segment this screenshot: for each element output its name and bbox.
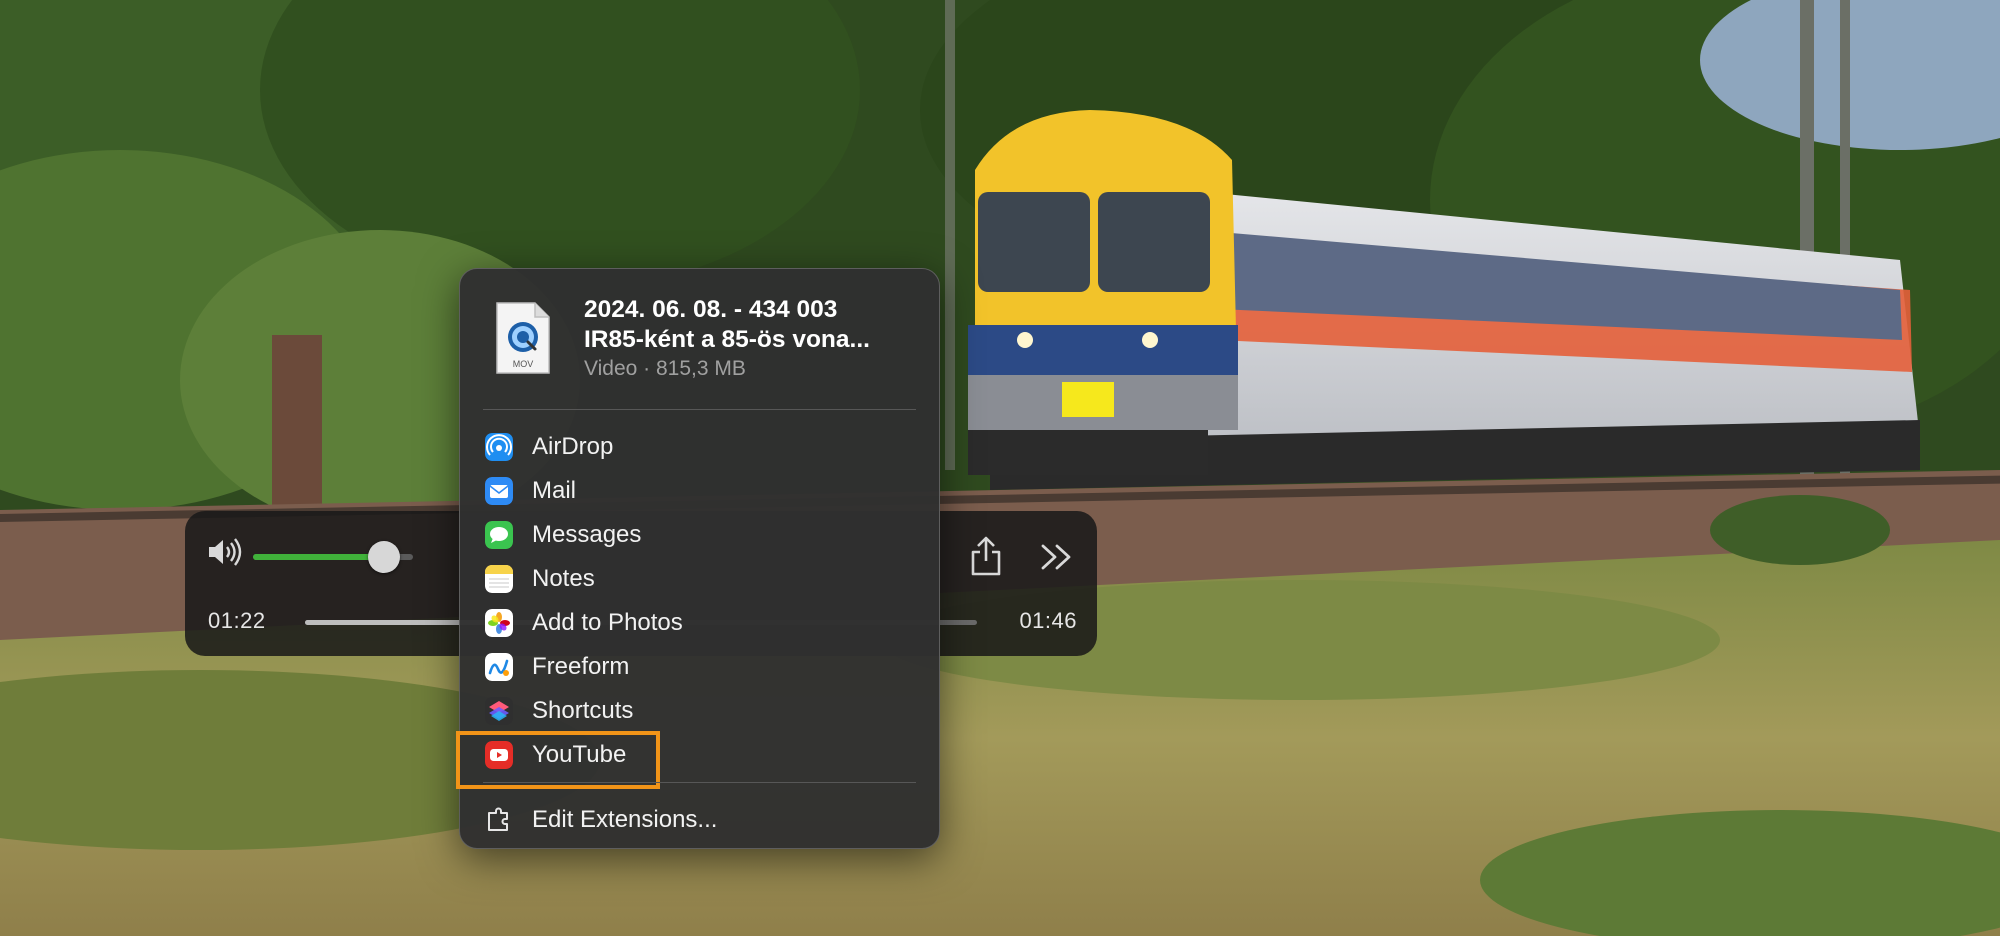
share-menu-header: MOV 2024. 06. 08. - 434 003 IR85-ként a … (460, 269, 939, 409)
shortcuts-icon (485, 697, 513, 725)
share-item-label: Freeform (532, 653, 630, 680)
volume-knob[interactable] (368, 541, 401, 573)
share-item-label: YouTube (532, 741, 627, 768)
messages-icon (485, 521, 513, 549)
airdrop-icon (485, 433, 513, 461)
notes-icon (485, 565, 513, 593)
volume-icon[interactable] (207, 537, 243, 567)
mov-badge: MOV (513, 359, 534, 369)
share-item-messages[interactable]: Messages (460, 513, 939, 557)
youtube-icon (485, 741, 513, 769)
share-targets-list: AirDrop Mail Messages Notes Add to Photo… (456, 425, 939, 789)
file-title: 2024. 06. 08. - 434 003 IR85-ként a 85-ö… (584, 295, 924, 355)
volume-level-fill (253, 554, 385, 560)
share-item-shortcuts[interactable]: Shortcuts (460, 689, 939, 733)
fast-forward-icon[interactable] (1040, 543, 1074, 571)
share-item-freeform[interactable]: Freeform (460, 645, 939, 689)
video-frame (0, 0, 2000, 936)
edit-extensions-item[interactable]: Edit Extensions... (460, 798, 939, 842)
share-item-add-to-photos[interactable]: Add to Photos (460, 601, 939, 645)
share-item-airdrop[interactable]: AirDrop (460, 425, 939, 469)
share-item-label: Shortcuts (532, 697, 634, 724)
menu-divider (483, 409, 916, 410)
extensions-icon (488, 807, 508, 831)
share-item-label: Notes (532, 565, 595, 592)
elapsed-time: 01:22 (208, 608, 266, 633)
remaining-time: 01:46 (1019, 608, 1077, 633)
share-item-notes[interactable]: Notes (460, 557, 939, 601)
share-item-label: Messages (532, 521, 642, 548)
menu-divider (483, 782, 916, 783)
share-item-mail[interactable]: Mail (460, 469, 939, 513)
mail-icon (485, 477, 513, 505)
edit-extensions-label: Edit Extensions... (532, 806, 718, 833)
share-item-label: AirDrop (532, 433, 614, 460)
share-item-label: Mail (532, 477, 577, 504)
file-title-line1: 2024. 06. 08. - 434 003 (584, 296, 838, 323)
mov-file-icon: MOV (496, 302, 550, 374)
share-icon[interactable] (968, 535, 1004, 577)
file-title-line2: IR85-ként a 85-ös vona... (584, 326, 870, 353)
volume-slider[interactable] (253, 541, 413, 573)
photos-icon (485, 609, 513, 637)
share-menu: MOV 2024. 06. 08. - 434 003 IR85-ként a … (456, 268, 940, 849)
share-item-label: Add to Photos (532, 609, 683, 636)
share-item-youtube[interactable]: YouTube (456, 731, 939, 789)
freeform-icon (485, 653, 513, 681)
file-subtitle: Video · 815,3 MB (584, 357, 746, 380)
